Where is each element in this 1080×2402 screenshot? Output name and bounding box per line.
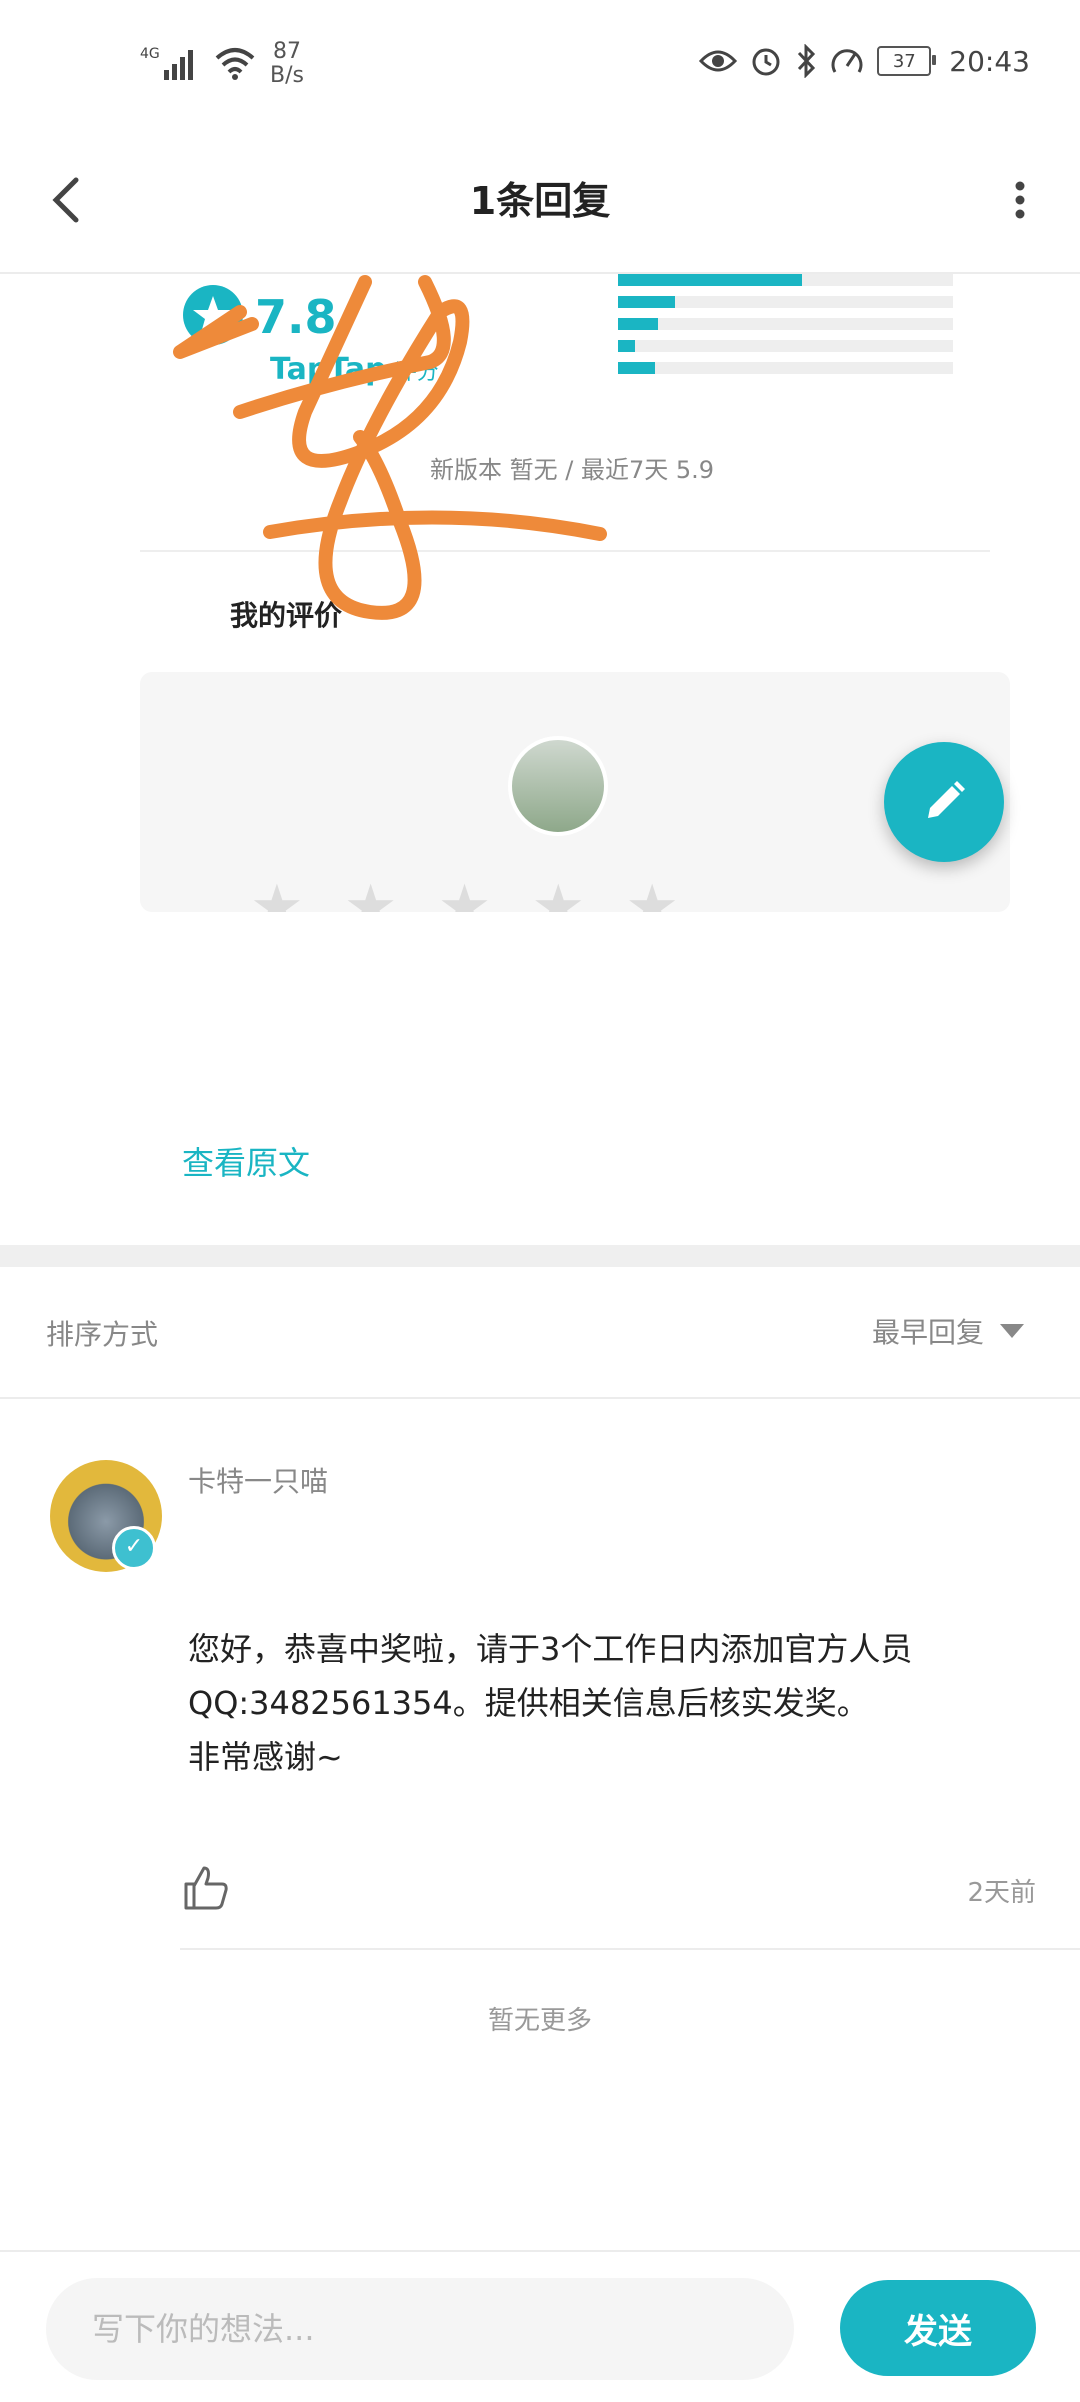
- compose-bar: 发送: [0, 2250, 1080, 2402]
- speedometer-icon: [831, 49, 863, 73]
- bluetooth-icon: [798, 44, 816, 78]
- star-rating: ★ ★ ★ ★ ★: [250, 872, 679, 912]
- edit-button[interactable]: [884, 742, 1004, 862]
- app-bar: 1条回复: [0, 130, 1080, 274]
- author-name[interactable]: 卡特一只喵: [188, 1460, 328, 1500]
- verified-badge-icon: ✓: [112, 1526, 156, 1570]
- sort-value: 最早回复: [871, 1316, 984, 1349]
- battery-level: 37: [892, 50, 916, 72]
- scribble-overlay: [173, 275, 607, 620]
- star-icon: ★: [625, 872, 679, 912]
- sort-bar: 排序方式 最早回复: [0, 1267, 1080, 1399]
- section-divider: [0, 1245, 1080, 1267]
- reply-line: QQ:3482561354。提供相关信息后核实发奖。: [188, 1684, 869, 1722]
- page-title: 1条回复: [469, 179, 611, 223]
- sort-label: 排序方式: [46, 1318, 159, 1351]
- no-more-text: 暂无更多: [487, 2006, 592, 2036]
- more-options-icon[interactable]: [990, 160, 1050, 240]
- network-type: 4G: [140, 46, 160, 62]
- alarm-icon: [752, 48, 780, 76]
- star-icon: ★: [531, 872, 586, 912]
- reply-content: 您好，恭喜中奖啦，请于3个工作日内添加官方人员 QQ:3482561354。提供…: [188, 1622, 1028, 1784]
- send-button[interactable]: 发送: [840, 2280, 1036, 2376]
- reply-line: 您好，恭喜中奖啦，请于3个工作日内添加官方人员: [188, 1630, 913, 1668]
- status-bar: 4G 87 B/s 37 20:43: [0, 0, 1080, 130]
- view-original-link[interactable]: 查看原文: [182, 1138, 310, 1184]
- thumbs-up-icon[interactable]: [180, 1862, 232, 1914]
- reply-line: 非常感谢~: [188, 1738, 343, 1776]
- review-card: ★ ★ ★ ★ ★: [140, 672, 1010, 912]
- eye-icon: [699, 50, 738, 72]
- reply-item: ✓ 卡特一只喵 您好，恭喜中奖啦，请于3个工作日内添加官方人员 QQ:34825…: [0, 1400, 1080, 1960]
- chevron-down-icon: [1000, 1324, 1024, 1338]
- network-speed: 87 B/s: [270, 40, 304, 88]
- signal-icon: 4G: [140, 46, 193, 80]
- avatar: [508, 736, 608, 836]
- star-icon: ★: [343, 872, 398, 912]
- reply-time: 2天前: [967, 1878, 1036, 1908]
- battery-icon: 37: [877, 46, 937, 76]
- speed-unit: B/s: [270, 63, 304, 88]
- reply-input[interactable]: [46, 2278, 794, 2380]
- pencil-icon: [928, 781, 965, 818]
- wifi-icon: [215, 48, 255, 80]
- star-icon: ★: [437, 872, 492, 912]
- clock: 20:43: [949, 44, 1030, 78]
- divider: [180, 1948, 1080, 1950]
- sort-dropdown[interactable]: 最早回复: [872, 1311, 1024, 1351]
- star-icon: ★: [250, 872, 304, 912]
- speed-value: 87: [272, 39, 301, 64]
